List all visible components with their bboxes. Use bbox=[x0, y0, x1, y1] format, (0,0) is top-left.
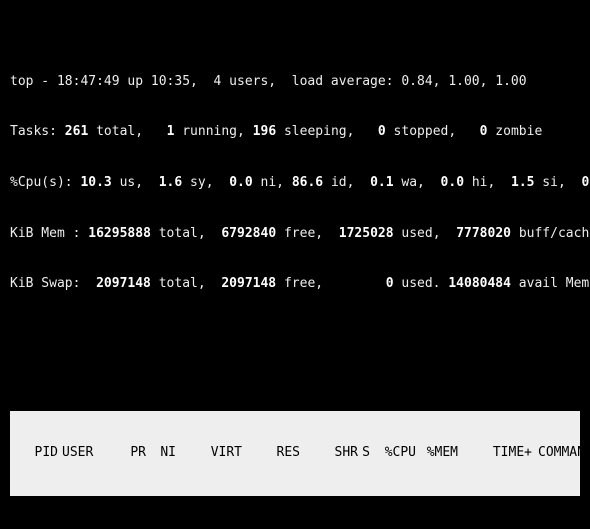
col-pr[interactable]: PR bbox=[116, 445, 146, 462]
uptime-line: top - 18:47:49 up 10:35, 4 users, load a… bbox=[10, 74, 580, 91]
tasks-line: Tasks: 261 total, 1 running, 196 sleepin… bbox=[10, 124, 580, 141]
summary-block: top - 18:47:49 up 10:35, 4 users, load a… bbox=[10, 40, 580, 327]
col-cpu[interactable]: %CPU bbox=[374, 445, 416, 462]
col-ni[interactable]: NI bbox=[146, 445, 176, 462]
swap-line: KiB Swap: 2097148 total, 2097148 free, 0… bbox=[10, 276, 580, 293]
col-user[interactable]: USER bbox=[58, 445, 116, 462]
col-cmd[interactable]: COMMAND bbox=[532, 445, 580, 462]
col-virt[interactable]: VIRT bbox=[176, 445, 242, 462]
mem-line: KiB Mem : 16295888 total, 6792840 free, … bbox=[10, 226, 580, 243]
col-res[interactable]: RES bbox=[242, 445, 300, 462]
blank-line bbox=[10, 361, 580, 378]
cpu-line: %Cpu(s): 10.3 us, 1.6 sy, 0.0 ni, 86.6 i… bbox=[10, 175, 580, 192]
column-header[interactable]: PID USER PR NI VIRT RES SHR S %CPU %MEM … bbox=[10, 411, 580, 495]
col-pid[interactable]: PID bbox=[10, 445, 58, 462]
col-s[interactable]: S bbox=[358, 445, 374, 462]
top-terminal[interactable]: top - 18:47:49 up 10:35, 4 users, load a… bbox=[0, 0, 590, 529]
col-time[interactable]: TIME+ bbox=[458, 445, 532, 462]
col-mem[interactable]: %MEM bbox=[416, 445, 458, 462]
col-shr[interactable]: SHR bbox=[300, 445, 358, 462]
